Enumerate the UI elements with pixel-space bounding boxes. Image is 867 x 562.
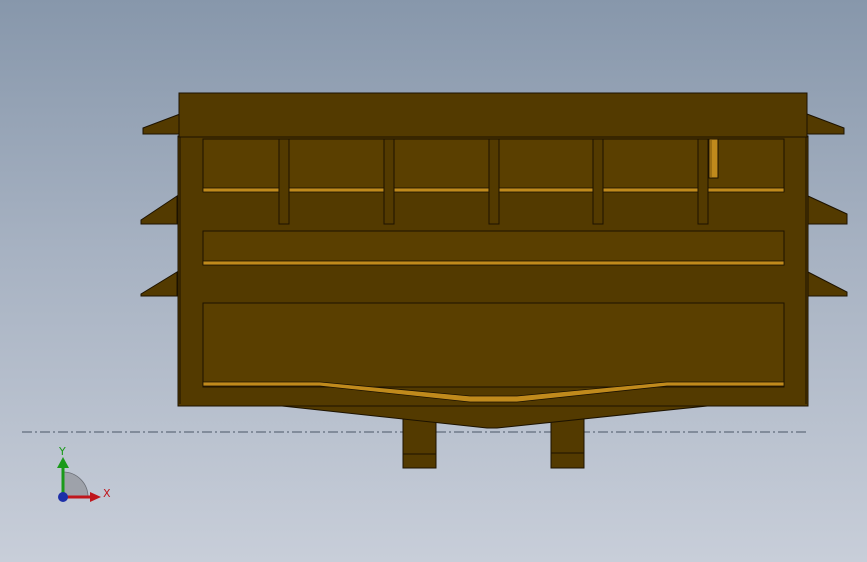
left-flange-low [140, 271, 178, 297]
coordinate-triad: Y X [57, 445, 111, 502]
middle-panel [202, 230, 785, 266]
right-flange-mid [807, 195, 848, 225]
rib [488, 138, 500, 225]
right-flange-low [807, 271, 848, 297]
cad-viewport[interactable]: Y X [0, 0, 867, 562]
right-flanges [806, 113, 848, 297]
triad-rotation-arc [62, 471, 89, 498]
right-flange-top [806, 113, 845, 135]
y-arrow-icon [57, 457, 69, 468]
rib [592, 138, 604, 225]
z-axis-dot-icon [58, 492, 68, 502]
top-cover [178, 92, 808, 138]
x-arrow-icon [90, 492, 101, 502]
pipe-fitting [708, 138, 719, 179]
middle-ledge [202, 260, 785, 266]
hopper-front-view: Y X [22, 92, 848, 502]
rib [278, 138, 290, 225]
left-flange-mid [140, 195, 178, 225]
y-axis-label: Y [58, 445, 66, 458]
lower-panel [202, 302, 785, 388]
rib [697, 138, 709, 225]
hopper-bottom [281, 403, 708, 429]
x-axis-label: X [103, 487, 111, 500]
left-flanges [140, 113, 181, 297]
left-flange-top [142, 113, 181, 135]
rib [383, 138, 395, 225]
